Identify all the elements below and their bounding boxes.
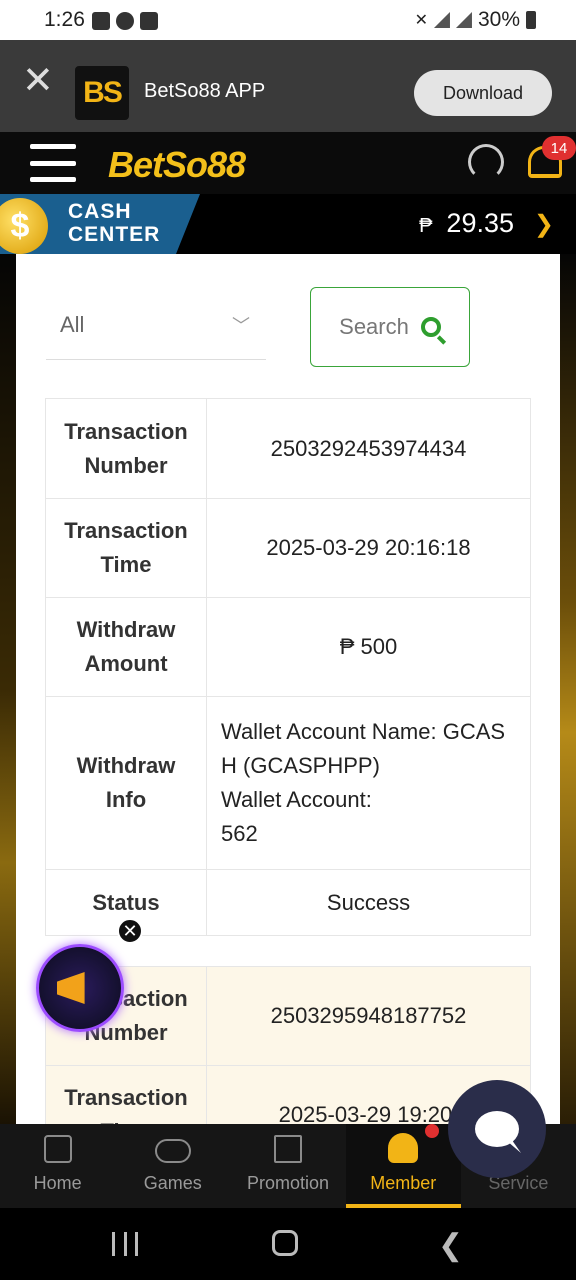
live-chat-button[interactable] — [448, 1080, 546, 1178]
close-icon[interactable]: ✕ — [22, 62, 54, 100]
cash-center-label[interactable]: CASH CENTER — [68, 200, 160, 246]
app-logo-text: BS — [83, 76, 123, 109]
table-row: Transaction Time 2025-03-29 20:16:18 — [45, 498, 531, 598]
megaphone-icon — [57, 972, 85, 1004]
download-button[interactable]: Download — [414, 70, 552, 116]
search-button[interactable]: Search — [310, 287, 470, 367]
brand-logo[interactable]: BetSo88 — [108, 144, 246, 186]
menu-icon[interactable] — [30, 144, 76, 182]
wifi-icon — [433, 12, 450, 28]
chevron-down-icon[interactable]: ❯ — [534, 210, 554, 239]
status-filter-select[interactable]: All ﹀ — [46, 294, 266, 360]
notification-badge: 14 — [542, 136, 576, 160]
withdraw-info-label: Withdraw Info — [45, 696, 207, 870]
status-time: 1:26 — [44, 8, 85, 31]
chat-bubble-icon — [475, 1111, 519, 1147]
nav-games-label: Games — [143, 1173, 202, 1193]
battery-icon — [526, 11, 536, 29]
close-icon[interactable]: ✕ — [117, 918, 143, 944]
gamepad-icon — [154, 1139, 191, 1163]
notification-dot — [424, 1124, 439, 1138]
cash-center-bar: $ CASH CENTER ₱ 29.35 ❯ — [0, 194, 576, 254]
currency-symbol: ₱ — [419, 215, 433, 237]
nav-home[interactable]: Home — [0, 1124, 115, 1208]
status-value: Success — [206, 869, 531, 936]
home-icon — [43, 1135, 72, 1163]
gmail-icon — [140, 12, 158, 30]
transaction-number-value: 2503292453974434 — [206, 398, 531, 499]
battery-percent: 30% — [477, 8, 520, 31]
balance-amount: 29.35 — [446, 208, 514, 238]
wallet-account-number: 562 — [221, 821, 258, 846]
table-row: Withdraw Info Wallet Account Name: GCASH… — [45, 696, 531, 870]
filter-value: All — [60, 312, 85, 337]
transaction-number-value: 2503295948187752 — [206, 966, 531, 1066]
wallet-account-label: Wallet Account: — [221, 787, 372, 812]
nav-promotion-label: Promotion — [246, 1173, 330, 1193]
withdraw-info-value: Wallet Account Name: GCASH (GCASPHPP) Wa… — [206, 696, 531, 870]
gift-icon — [274, 1135, 302, 1163]
wallet-balance: ₱ 29.35 — [419, 208, 514, 239]
back-icon[interactable]: ❮ — [438, 1228, 463, 1263]
withdraw-amount-value: ₱ 500 — [206, 597, 531, 697]
system-nav-bar: ❮ — [0, 1208, 576, 1280]
home-button-icon[interactable] — [272, 1230, 298, 1256]
table-row: Transaction Number 2503292453974434 — [45, 398, 531, 499]
gallery-icon — [92, 12, 110, 30]
app-install-banner: ✕ BS BetSo88 APP Download — [0, 40, 576, 132]
search-label: Search — [339, 314, 409, 339]
app-name: BetSo88 APP — [144, 80, 266, 102]
recents-icon[interactable] — [112, 1232, 138, 1256]
user-icon — [388, 1133, 419, 1163]
transaction-time-label: Transaction Time — [45, 1065, 207, 1124]
nav-games[interactable]: Games — [115, 1124, 230, 1208]
nav-promotion[interactable]: Promotion — [230, 1124, 345, 1208]
chevron-down-icon: ﹀ — [232, 316, 250, 336]
status-right: ✕ 30% — [415, 8, 536, 32]
background-decoration-left — [0, 254, 16, 1124]
status-bar: 1:26 ✕ 30% — [0, 0, 576, 40]
background-decoration-right — [560, 254, 576, 1124]
transaction-time-value: 2025-03-29 20:16:18 — [206, 498, 531, 598]
transaction-time-label: Transaction Time — [45, 498, 207, 598]
cash-label-line2: CENTER — [68, 223, 161, 246]
transaction-record: Transaction Number 2503292453974434 Tran… — [45, 398, 531, 936]
wallet-account-name: Wallet Account Name: GCASH (GCASPHPP) — [221, 719, 506, 778]
headset-icon[interactable] — [468, 144, 504, 180]
nav-home-label: Home — [33, 1173, 82, 1193]
table-row: Withdraw Amount ₱ 500 — [45, 597, 531, 697]
notification-icons — [92, 12, 158, 30]
messenger-icon — [116, 12, 134, 30]
nav-member[interactable]: Member — [345, 1124, 462, 1208]
promo-float-button[interactable] — [36, 944, 124, 1032]
mute-icon: ✕ — [414, 12, 428, 29]
search-icon — [420, 317, 441, 337]
app-logo: BS — [75, 66, 129, 120]
cash-label-line1: CASH — [68, 200, 132, 223]
transaction-number-label: Transaction Number — [45, 398, 207, 499]
site-header: BetSo88 — [0, 132, 576, 194]
nav-member-label: Member — [370, 1173, 437, 1193]
signal-icon — [455, 12, 472, 28]
withdraw-amount-label: Withdraw Amount — [45, 597, 207, 697]
